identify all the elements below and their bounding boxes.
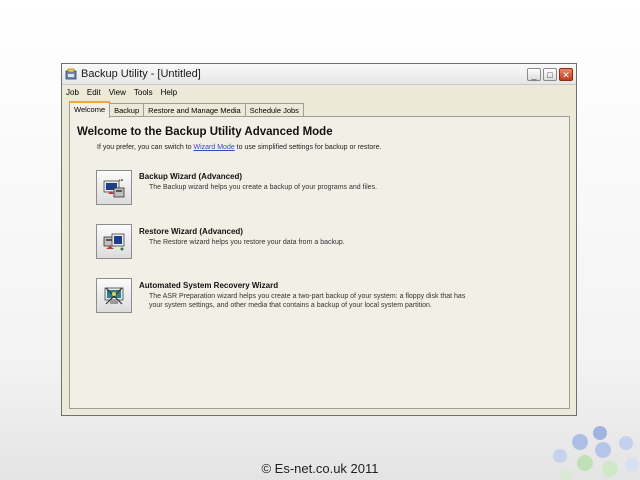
menu-job[interactable]: Job <box>66 88 79 97</box>
intro-after: to use simplified settings for backup or… <box>234 144 382 151</box>
asr-icon <box>104 287 124 304</box>
restore-wizard-title[interactable]: Restore Wizard (Advanced) <box>139 227 243 236</box>
window-title: Backup Utility - [Untitled] <box>81 68 201 80</box>
close-button[interactable]: ✕ <box>559 67 573 81</box>
asr-wizard-description: The ASR Preparation wizard helps you cre… <box>149 293 466 309</box>
maximize-button[interactable]: □ <box>543 67 557 81</box>
menu-help[interactable]: Help <box>161 88 177 97</box>
menu-view[interactable]: View <box>109 88 126 97</box>
intro-before: If you prefer, you can switch to <box>97 144 194 151</box>
title-bar[interactable]: Backup Utility - [Untitled] _ □ ✕ <box>62 64 576 85</box>
restore-wizard-button[interactable] <box>96 224 132 259</box>
backup-icon <box>103 178 125 197</box>
restore-wizard-description: The Restore wizard helps you restore you… <box>149 239 345 246</box>
welcome-panel: Welcome to the Backup Utility Advanced M… <box>69 116 570 409</box>
asr-wizard-title[interactable]: Automated System Recovery Wizard <box>139 281 278 290</box>
minimize-button[interactable]: _ <box>527 67 541 81</box>
backup-utility-window: Backup Utility - [Untitled] _ □ ✕ Job Ed… <box>61 63 577 416</box>
wizard-mode-link[interactable]: Wizard Mode <box>194 144 235 151</box>
backup-wizard-description: The Backup wizard helps you create a bac… <box>149 184 378 191</box>
tab-welcome[interactable]: Welcome <box>69 101 111 118</box>
menu-tools[interactable]: Tools <box>134 88 153 97</box>
copyright-text: © Es-net.co.uk 2011 <box>261 461 379 476</box>
backup-app-icon <box>65 68 77 80</box>
restore-icon <box>103 233 125 250</box>
backup-wizard-title[interactable]: Backup Wizard (Advanced) <box>139 172 242 181</box>
backup-wizard-button[interactable] <box>96 170 132 205</box>
intro-text: If you prefer, you can switch to Wizard … <box>97 144 381 151</box>
menu-edit[interactable]: Edit <box>87 88 101 97</box>
page-title: Welcome to the Backup Utility Advanced M… <box>77 126 333 138</box>
menu-bar: Job Edit View Tools Help <box>62 85 576 100</box>
asr-wizard-button[interactable] <box>96 278 132 313</box>
